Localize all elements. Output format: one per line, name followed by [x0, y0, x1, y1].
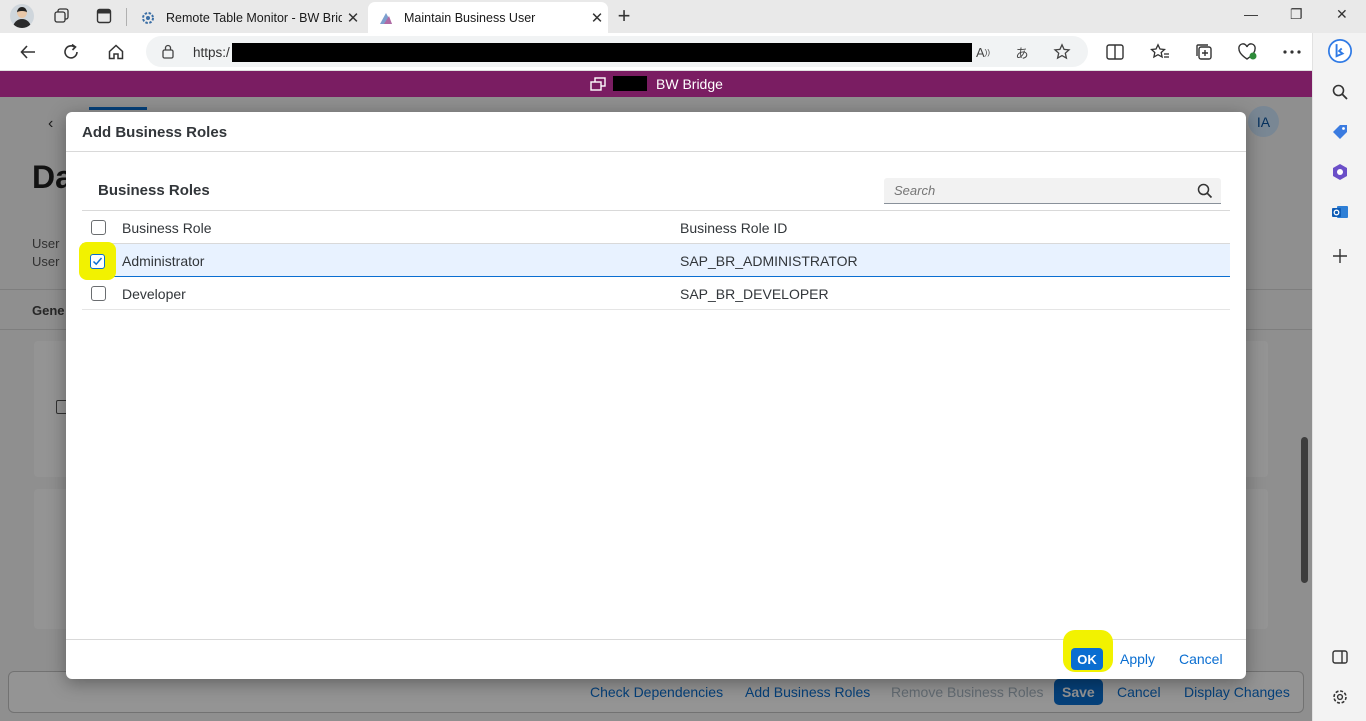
- add-business-roles-dialog: Add Business Roles Business Roles Busine…: [66, 112, 1246, 679]
- address-bar[interactable]: https:/ A)) あ: [146, 36, 1088, 67]
- column-header-business-role[interactable]: Business Role: [122, 220, 212, 236]
- redacted-url: [232, 43, 972, 62]
- table-row[interactable]: Administrator SAP_BR_ADMINISTRATOR: [82, 244, 1230, 277]
- search-field[interactable]: [884, 178, 1221, 204]
- business-role-id: SAP_BR_DEVELOPER: [680, 286, 829, 302]
- search-icon[interactable]: [1197, 183, 1213, 199]
- tab-title: Maintain Business User: [404, 10, 536, 25]
- table-row[interactable]: Developer SAP_BR_DEVELOPER: [82, 277, 1230, 310]
- back-icon[interactable]: [15, 39, 41, 65]
- dialog-cancel-button[interactable]: Cancel: [1179, 651, 1223, 667]
- search-sidebar-icon[interactable]: [1328, 80, 1352, 104]
- close-tab-icon[interactable]: ✕: [586, 9, 608, 27]
- office-icon[interactable]: [1328, 160, 1352, 184]
- collections-icon[interactable]: [1193, 41, 1215, 63]
- column-header-business-role-id[interactable]: Business Role ID: [680, 220, 787, 236]
- refresh-icon[interactable]: [58, 39, 84, 65]
- tab-maintain-business-user[interactable]: Maintain Business User ✕: [368, 2, 608, 33]
- app-switcher-icon[interactable]: [590, 77, 606, 92]
- browser-toolbar: https:/ A)) あ: [0, 33, 1366, 71]
- add-sidebar-app-icon[interactable]: [1328, 244, 1352, 268]
- hide-sidebar-icon[interactable]: [1328, 645, 1352, 669]
- dialog-header: Add Business Roles: [66, 112, 1246, 152]
- edge-sidebar: [1312, 33, 1366, 721]
- tab-separator: [126, 8, 127, 26]
- minimize-icon[interactable]: —: [1244, 6, 1258, 22]
- select-all-checkbox[interactable]: [91, 220, 106, 235]
- apply-button[interactable]: Apply: [1120, 651, 1155, 667]
- home-icon[interactable]: [103, 39, 129, 65]
- close-tab-icon[interactable]: ✕: [342, 9, 364, 27]
- sap-shell-header: BW Bridge: [0, 71, 1312, 97]
- favorite-star-icon[interactable]: [1053, 43, 1071, 61]
- tab-remote-table-monitor[interactable]: Remote Table Monitor - BW Brid ✕: [130, 2, 364, 33]
- row-checkbox[interactable]: [91, 286, 106, 301]
- highlighted-checkbox[interactable]: [90, 254, 105, 269]
- bing-copilot-icon[interactable]: [1328, 39, 1352, 63]
- split-screen-icon[interactable]: [1104, 41, 1126, 63]
- business-role-name: Developer: [122, 286, 186, 302]
- read-aloud-icon[interactable]: A)): [974, 43, 992, 61]
- new-tab-icon[interactable]: +: [612, 3, 636, 28]
- translate-icon[interactable]: あ: [1013, 43, 1031, 61]
- app-favicon-icon: [378, 10, 394, 26]
- shell-title: BW Bridge: [656, 76, 723, 92]
- workspaces-icon[interactable]: [49, 4, 75, 28]
- browser-tab-bar: Remote Table Monitor - BW Brid ✕ Maintai…: [0, 0, 1366, 33]
- dialog-title: Add Business Roles: [82, 124, 228, 141]
- outlook-icon[interactable]: [1328, 200, 1352, 224]
- redacted-logo: [613, 76, 647, 91]
- gear-favicon-icon: [140, 10, 156, 26]
- favorites-icon[interactable]: [1149, 41, 1171, 63]
- profile-avatar[interactable]: [10, 4, 34, 28]
- shopping-tag-icon[interactable]: [1328, 120, 1352, 144]
- business-roles-table: Business Role Business Role ID Administr…: [82, 210, 1230, 310]
- close-window-icon[interactable]: ✕: [1336, 6, 1348, 23]
- business-role-name: Administrator: [122, 253, 205, 269]
- settings-gear-icon[interactable]: [1328, 685, 1352, 709]
- ok-button[interactable]: OK: [1071, 648, 1103, 670]
- url-text: https:/: [193, 45, 230, 60]
- tab-actions-icon[interactable]: [91, 4, 117, 28]
- lock-icon[interactable]: [162, 44, 174, 59]
- browser-essentials-icon[interactable]: [1237, 41, 1259, 63]
- tab-title: Remote Table Monitor - BW Brid: [166, 10, 342, 25]
- more-menu-icon[interactable]: [1281, 41, 1303, 63]
- business-role-id: SAP_BR_ADMINISTRATOR: [680, 253, 858, 269]
- section-title: Business Roles: [98, 182, 210, 199]
- search-input[interactable]: [884, 178, 1184, 203]
- table-header-row: Business Role Business Role ID: [82, 210, 1230, 244]
- restore-icon[interactable]: ❐: [1290, 6, 1303, 23]
